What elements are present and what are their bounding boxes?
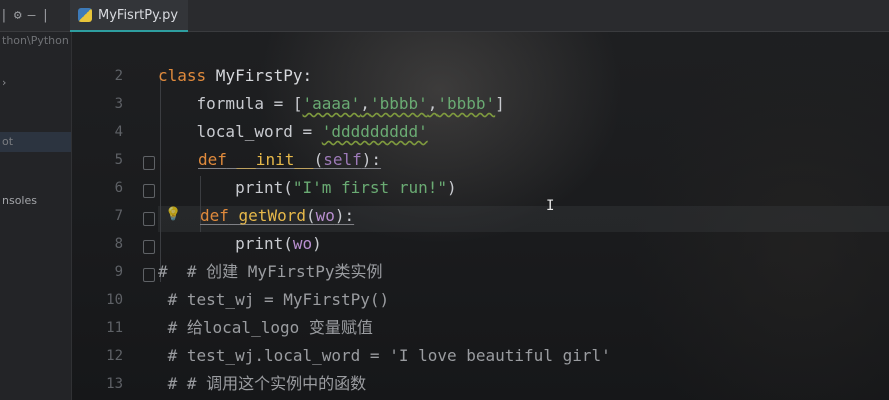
fold-marker-icon[interactable] bbox=[143, 156, 155, 170]
divider-icon: | bbox=[41, 7, 50, 23]
code-line-5[interactable]: def __init__(self): bbox=[198, 148, 381, 172]
code-paren: ): bbox=[334, 206, 355, 225]
tab-myfisrtpy[interactable]: MyFisrtPy.py bbox=[70, 0, 188, 32]
editor-gutter: 2 3 4 5 6 7 8 9 10 11 12 13 💡 bbox=[73, 32, 181, 400]
python-file-icon bbox=[78, 8, 92, 22]
line-number: 2 bbox=[114, 68, 123, 84]
string-literal: 'ddddddddd' bbox=[321, 122, 428, 141]
tree-item-selected[interactable]: ot bbox=[0, 132, 71, 152]
keyword-def: def bbox=[198, 150, 227, 169]
code-line-10[interactable]: # test_wj = MyFirstPy() bbox=[158, 288, 390, 312]
fold-marker-icon[interactable] bbox=[143, 240, 155, 254]
line-number: 5 bbox=[114, 152, 123, 168]
class-name: MyFirstPy: bbox=[206, 66, 313, 85]
line-number: 8 bbox=[114, 236, 123, 252]
code-line-8[interactable]: print(wo) bbox=[158, 232, 322, 256]
code-paren: ( bbox=[313, 150, 324, 169]
code-line-12[interactable]: # test_wj.local_word = 'I love beautiful… bbox=[158, 344, 611, 368]
code-paren: ): bbox=[361, 150, 382, 169]
code-text: formula = [ bbox=[158, 94, 303, 113]
code-comma: , bbox=[360, 94, 370, 113]
line-number: 9 bbox=[114, 264, 123, 280]
code-text: print( bbox=[158, 178, 293, 197]
line-number: 3 bbox=[114, 96, 123, 112]
code-text: ] bbox=[495, 94, 505, 113]
project-path[interactable]: thon\Python bbox=[2, 34, 69, 47]
code-text: ) bbox=[446, 178, 457, 197]
code-line-9[interactable]: # # 创建 MyFirstPy类实例 bbox=[158, 260, 383, 284]
param-wo: wo bbox=[292, 234, 313, 253]
code-line-6[interactable]: print("I'm first run!") bbox=[158, 176, 457, 200]
code-text: ) bbox=[312, 234, 322, 253]
code-paren: ( bbox=[305, 206, 316, 225]
string-literal: 'bbbb' bbox=[437, 94, 496, 113]
text-cursor-icon: I bbox=[546, 198, 555, 214]
tab-label: MyFisrtPy.py bbox=[98, 7, 179, 23]
function-name: __init__ bbox=[226, 150, 314, 169]
line-number: 7 bbox=[114, 208, 123, 224]
tree-item-consoles[interactable]: nsoles bbox=[2, 194, 37, 207]
code-line-13[interactable]: # # 调用这个实例中的函数 bbox=[158, 372, 367, 396]
line-number: 13 bbox=[106, 376, 123, 392]
gear-icon[interactable]: ⚙ bbox=[14, 8, 22, 23]
string-literal: 'bbbb' bbox=[369, 94, 428, 113]
string-literal: 'aaaa' bbox=[302, 94, 361, 113]
keyword-class: class bbox=[158, 66, 207, 85]
divider-icon: | bbox=[0, 7, 8, 23]
code-line-7[interactable]: def getWord(wo): bbox=[200, 204, 354, 228]
code-text: print( bbox=[158, 234, 293, 253]
line-number: 10 bbox=[106, 292, 123, 308]
chevron-right-icon[interactable]: › bbox=[2, 76, 6, 89]
string-literal: "I'm first run!" bbox=[292, 178, 447, 197]
minus-icon[interactable]: – bbox=[28, 8, 36, 23]
code-line-3[interactable]: formula = ['aaaa','bbbb','bbbb'] bbox=[158, 92, 505, 116]
fold-marker-icon[interactable] bbox=[143, 184, 155, 198]
keyword-def: def bbox=[200, 206, 229, 225]
line-number: 6 bbox=[114, 180, 123, 196]
line-number: 11 bbox=[106, 320, 123, 336]
code-line-11[interactable]: # 给local_logo 变量赋值 bbox=[158, 316, 373, 340]
line-number: 4 bbox=[114, 124, 123, 140]
code-text: local_word = bbox=[158, 122, 322, 141]
project-panel: thon\Python › ot nsoles bbox=[0, 32, 72, 400]
fold-marker-icon[interactable] bbox=[143, 268, 155, 282]
code-line-2[interactable]: class MyFirstPy: bbox=[158, 64, 312, 88]
function-name: getWord bbox=[228, 206, 306, 225]
code-editor[interactable]: class MyFirstPy: formula = ['aaaa','bbbb… bbox=[158, 32, 889, 400]
param-wo: wo bbox=[315, 206, 335, 225]
code-comma: , bbox=[427, 94, 438, 113]
fold-marker-icon[interactable] bbox=[143, 212, 155, 226]
param-self: self bbox=[323, 150, 362, 169]
ide-window: | ⚙ – | MyFisrtPy.py thon\Python › ot ns… bbox=[0, 0, 889, 400]
editor-tab-bar: | ⚙ – | MyFisrtPy.py bbox=[0, 0, 889, 32]
toolbar-icons: | ⚙ – | bbox=[0, 6, 49, 24]
code-line-4[interactable]: local_word = 'ddddddddd' bbox=[158, 120, 428, 144]
line-number: 12 bbox=[106, 348, 123, 364]
